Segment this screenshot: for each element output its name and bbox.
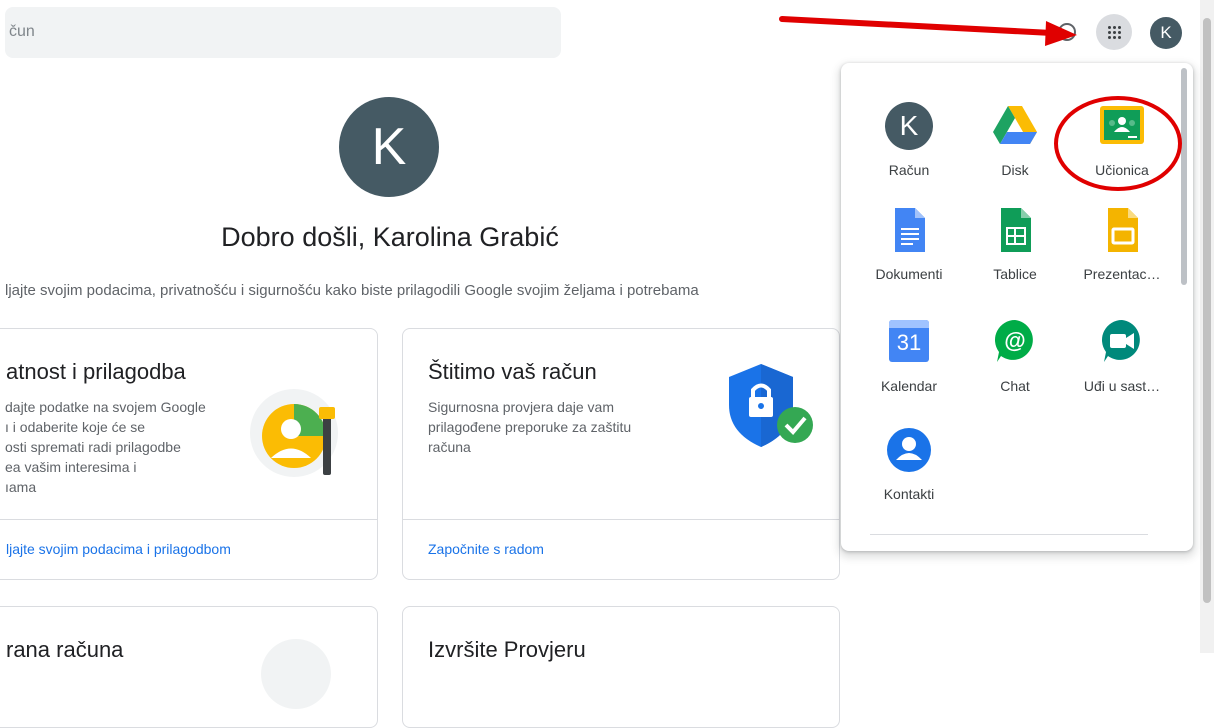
account-storage-illustration-icon bbox=[261, 639, 331, 709]
app-drive[interactable]: Disk bbox=[965, 102, 1065, 178]
app-label: Račun bbox=[888, 162, 930, 178]
app-label: Tablice bbox=[993, 266, 1037, 282]
meet-icon bbox=[1098, 318, 1146, 366]
search-input[interactable]: čun bbox=[5, 7, 561, 58]
privacy-card-text: dajte podatke na svojem Google ı i odabe… bbox=[5, 399, 206, 495]
privacy-card-link[interactable]: ljajte svojim podacima i prilagodbom bbox=[6, 541, 231, 557]
account-avatar-button[interactable]: K bbox=[1150, 17, 1182, 49]
security-card-link[interactable]: Započnite s radom bbox=[428, 541, 544, 557]
personalization-illustration-icon bbox=[250, 389, 338, 477]
app-label: Kontakti bbox=[883, 486, 935, 502]
page-scrollbar[interactable] bbox=[1200, 0, 1214, 653]
security-shield-icon bbox=[729, 364, 813, 447]
app-label: Prezentac… bbox=[1083, 266, 1161, 282]
app-label: Disk bbox=[1001, 162, 1029, 178]
app-classroom[interactable]: Učionica bbox=[1072, 102, 1172, 178]
security-card-title: Štitimo vaš račun bbox=[428, 359, 597, 384]
app-label: Chat bbox=[1000, 378, 1030, 394]
page-scrollbar-thumb[interactable] bbox=[1203, 18, 1211, 603]
slides-icon bbox=[1098, 206, 1146, 254]
apps-grid-button[interactable] bbox=[1096, 14, 1132, 50]
contacts-icon bbox=[885, 426, 933, 474]
welcome-subtitle: ljajte svojim podacima, privatnošću i si… bbox=[5, 282, 699, 299]
security-card-text: Sigurnosna provjera daje vam prilagođene… bbox=[428, 399, 632, 455]
drive-icon bbox=[991, 102, 1039, 150]
app-sheets[interactable]: Tablice bbox=[965, 206, 1065, 282]
app-slides[interactable]: Prezentac… bbox=[1072, 206, 1172, 282]
chat-icon: @ bbox=[991, 318, 1039, 366]
profile-avatar[interactable]: K bbox=[339, 97, 439, 197]
docs-icon bbox=[885, 206, 933, 254]
app-docs[interactable]: Dokumenti bbox=[859, 206, 959, 282]
app-label: Dokumenti bbox=[875, 266, 943, 282]
apps-panel-divider bbox=[870, 534, 1148, 535]
app-calendar[interactable]: 31 Kalendar bbox=[859, 318, 959, 394]
checkup-card-title: Izvršite Provjeru bbox=[428, 637, 586, 662]
app-label: Učionica bbox=[1095, 162, 1149, 178]
app-contacts[interactable]: Kontakti bbox=[859, 426, 959, 502]
checkup-card[interactable]: Izvršite Provjeru bbox=[402, 606, 840, 728]
privacy-card-title: atnost i prilagodba bbox=[6, 359, 186, 384]
account-icon: K bbox=[885, 102, 933, 150]
app-account[interactable]: K Račun bbox=[859, 102, 959, 178]
search-input-text: čun bbox=[9, 23, 35, 40]
account-storage-card-title: rana računa bbox=[6, 637, 124, 662]
help-icon[interactable] bbox=[1057, 22, 1077, 42]
svg-text:@: @ bbox=[1004, 328, 1025, 353]
privacy-card[interactable]: atnost i prilagodba dajte podatke na svo… bbox=[0, 328, 378, 580]
app-meet[interactable]: Uđi u sast… bbox=[1072, 318, 1172, 394]
sheets-icon bbox=[991, 206, 1039, 254]
app-label: Kalendar bbox=[880, 378, 938, 394]
welcome-title: Dobro došli, Karolina Grabić bbox=[221, 222, 559, 252]
app-label: Uđi u sast… bbox=[1083, 378, 1161, 394]
security-card[interactable]: Štitimo vaš račun Sigurnosna provjera da… bbox=[402, 328, 840, 580]
apps-panel-scrollbar[interactable] bbox=[1181, 68, 1187, 285]
app-chat[interactable]: @ Chat bbox=[965, 318, 1065, 394]
calendar-date-badge: 31 bbox=[896, 330, 922, 355]
account-storage-card[interactable]: rana računa bbox=[0, 606, 378, 728]
calendar-icon: 31 bbox=[885, 318, 933, 366]
classroom-icon bbox=[1098, 102, 1146, 150]
